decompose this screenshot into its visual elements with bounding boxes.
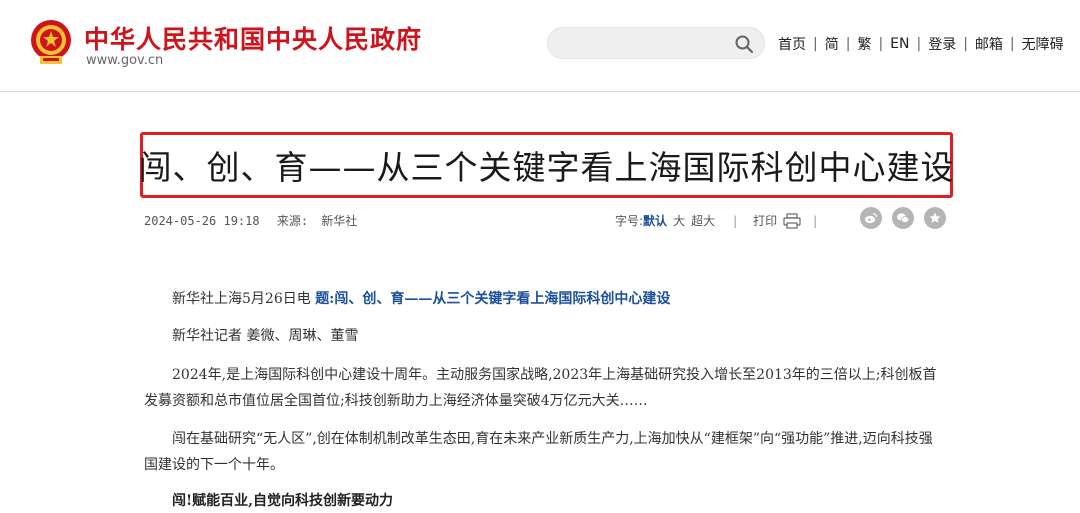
search-input[interactable]: [562, 34, 732, 54]
search-box: [547, 27, 765, 59]
search-icon[interactable]: [734, 34, 754, 54]
article-title-box: 闯、创、育——从三个关键字看上海国际科创中心建设: [138, 132, 955, 198]
weibo-share-button[interactable]: [860, 207, 882, 229]
site-url: www.gov.cn: [86, 53, 164, 68]
nav-english[interactable]: EN: [890, 36, 909, 52]
nav-separator: |: [963, 36, 968, 52]
nav-separator: |: [916, 36, 922, 52]
reporters-paragraph: 新华社记者 姜微、周琳、董雪: [172, 328, 359, 344]
dateline: 新华社上海5月26日电: [172, 291, 311, 307]
tool-separator: |: [813, 213, 818, 228]
font-size-large[interactable]: 大: [673, 212, 685, 229]
publish-date: 2024-05-26 19:18: [144, 214, 260, 228]
favorite-icon: [929, 212, 941, 223]
article-tools: 字号: 默认 大 超大 | 打印 |: [615, 212, 833, 229]
font-size-default[interactable]: 默认: [643, 212, 667, 229]
lead-title-link[interactable]: 题:闯、创、育——从三个关键字看上海国际科创中心建设: [315, 291, 670, 307]
nav-login[interactable]: 登录: [928, 34, 956, 54]
nav-home[interactable]: 首页: [778, 34, 806, 54]
favorite-button[interactable]: [924, 207, 946, 229]
print-label[interactable]: 打印: [753, 212, 777, 229]
nav-accessibility[interactable]: 无障碍: [1022, 34, 1064, 54]
body-paragraph-1: 2024年,是上海国际科创中心建设十周年。主动服务国家战略,2023年上海基础研…: [144, 367, 937, 409]
article-title: 闯、创、育——从三个关键字看上海国际科创中心建设: [138, 148, 955, 187]
font-size-label: 字号:: [615, 214, 644, 228]
national-emblem-icon[interactable]: [28, 18, 74, 66]
printer-icon[interactable]: [783, 212, 801, 229]
weibo-icon: [864, 212, 878, 224]
nav-separator: |: [1009, 36, 1015, 52]
nav-separator: |: [878, 36, 884, 52]
site-title[interactable]: 中华人民共和国中央人民政府: [84, 20, 422, 56]
nav-mail[interactable]: 邮箱: [975, 34, 1003, 54]
source-name: 新华社: [321, 214, 358, 228]
tool-separator: |: [733, 213, 738, 228]
body-paragraph-2: 闯在基础研究“无人区”,创在体制机制改革生态田,育在未来产业新质生产力,上海加快…: [144, 431, 933, 473]
section-subheading: 闯!赋能百业,自觉向科技创新要动力: [172, 493, 394, 509]
nav-separator: |: [813, 36, 818, 52]
site-header: 中华人民共和国中央人民政府 www.gov.cn 首页 | 简 | 繁 | EN…: [0, 0, 1080, 92]
wechat-share-button[interactable]: [892, 207, 914, 229]
wechat-icon: [897, 213, 910, 224]
nav-simplified[interactable]: 简: [825, 34, 839, 54]
source-label: 来源:: [276, 214, 309, 228]
top-nav: 首页 | 简 | 繁 | EN | 登录 | 邮箱 | 无障碍: [778, 34, 1064, 54]
article-meta: 2024-05-26 19:18 来源: 新华社: [144, 212, 367, 229]
nav-traditional[interactable]: 繁: [857, 34, 871, 54]
dateline-paragraph: 新华社上海5月26日电 题:闯、创、育——从三个关键字看上海国际科创中心建设: [144, 286, 944, 312]
nav-separator: |: [845, 36, 851, 52]
font-size-xlarge[interactable]: 超大: [691, 212, 715, 229]
